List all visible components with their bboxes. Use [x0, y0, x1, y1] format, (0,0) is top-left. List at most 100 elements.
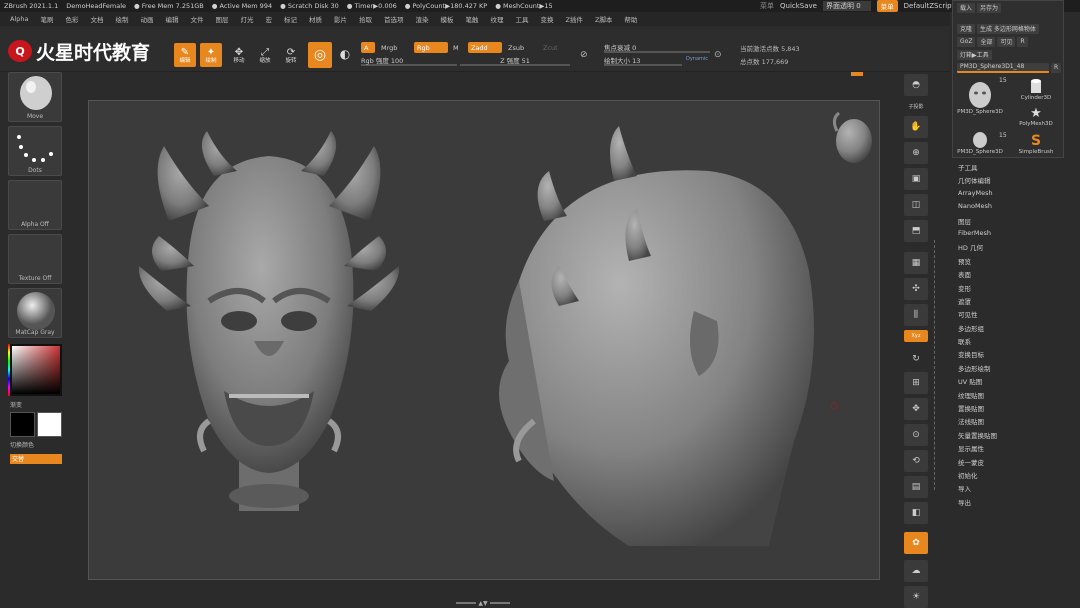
- menu-item-layer[interactable]: 图层: [215, 14, 228, 24]
- floor-grid-button[interactable]: ▦: [904, 252, 928, 274]
- goz-all-button[interactable]: 全部: [977, 36, 996, 47]
- menu-item-stroke[interactable]: 笔触: [465, 14, 478, 24]
- menu-item-draw[interactable]: 绘制: [115, 14, 128, 24]
- focal-shift-slider[interactable]: 焦点衰减 0: [604, 42, 710, 53]
- save-as-button[interactable]: 另存为: [977, 2, 1002, 13]
- current-tool-r-button[interactable]: R: [1051, 62, 1062, 73]
- submenu-deformation[interactable]: 变形: [958, 283, 1068, 296]
- menu-item-zplugin[interactable]: Z插件: [565, 14, 582, 24]
- submenu-morph-target[interactable]: 变换目标: [958, 349, 1068, 362]
- menus-button[interactable]: 菜单: [876, 0, 898, 12]
- transp-button[interactable]: ◧: [904, 502, 928, 524]
- submenu-polypaint[interactable]: 多边形绘制: [958, 363, 1068, 376]
- submenu-contact[interactable]: 联系: [958, 336, 1068, 349]
- submenu-visibility[interactable]: 可见性: [958, 309, 1068, 322]
- symmetry-button[interactable]: ⫼: [904, 304, 928, 326]
- zcut-toggle[interactable]: Zcut: [540, 42, 562, 53]
- mrgb-toggle[interactable]: Mrgb: [378, 42, 408, 53]
- submenu-texture-map[interactable]: 纹理贴图: [958, 390, 1068, 403]
- menu-item-movie[interactable]: 影片: [334, 14, 347, 24]
- actual-size-button[interactable]: ▣: [904, 168, 928, 190]
- submenu-export[interactable]: 导出: [958, 497, 1068, 510]
- switch-color-button[interactable]: 切换颜色: [10, 440, 34, 449]
- m-toggle[interactable]: M: [450, 42, 464, 53]
- lock-rotation-button[interactable]: ↻: [904, 348, 928, 370]
- bottom-shelf-scroll[interactable]: ▲▼: [448, 600, 518, 607]
- tool-thumb-sphere3d[interactable]: PM3D_Sphere3D: [957, 75, 1003, 115]
- submenu-hd-geometry[interactable]: HD 几何: [958, 242, 1068, 255]
- primary-color-swatch[interactable]: [10, 412, 35, 437]
- z-intensity-slider[interactable]: Z 强度 51: [460, 55, 570, 66]
- current-tool-slider[interactable]: PM3D_Sphere3D1_48: [957, 62, 1049, 73]
- default-zscript-button[interactable]: DefaultZScript: [904, 2, 955, 10]
- menu-item-macro[interactable]: 宏: [265, 14, 272, 24]
- tool-thumb-polymesh3d[interactable]: ★ PolyMesh3D: [1013, 101, 1059, 127]
- move-view-button[interactable]: ✥: [904, 398, 928, 420]
- menu-item-help[interactable]: 帮助: [624, 14, 637, 24]
- submenu-geometry[interactable]: 几何体编辑: [958, 175, 1068, 188]
- edit-mode-button[interactable]: ✎ 编辑: [174, 43, 196, 67]
- submenu-polygroups[interactable]: 多边形组: [958, 323, 1068, 336]
- draw-size-slider[interactable]: 绘制大小 13: [604, 55, 682, 66]
- solo-button[interactable]: ☁: [904, 560, 928, 582]
- menu-item-alpha[interactable]: Alpha: [10, 15, 28, 23]
- rotate-mode-button[interactable]: ⟳ 旋转: [280, 43, 302, 67]
- menu-item-movie-anim[interactable]: 动画: [140, 14, 153, 24]
- submenu-normal-map[interactable]: 法线贴图: [958, 416, 1068, 429]
- menu-label[interactable]: 菜单: [760, 1, 774, 11]
- menu-item-document[interactable]: 文档: [90, 14, 103, 24]
- local-transform-button[interactable]: ✣: [904, 278, 928, 300]
- a-toggle[interactable]: A: [361, 42, 375, 53]
- zadd-toggle[interactable]: Zadd: [468, 42, 502, 53]
- make-polymesh-button[interactable]: 生成 多边形网格物体: [977, 23, 1039, 34]
- xpose-button[interactable]: ☀: [904, 586, 928, 608]
- dynamic-persp-button[interactable]: ⬒: [904, 220, 928, 242]
- zoom-view-button[interactable]: ⊙: [904, 424, 928, 446]
- move-mode-button[interactable]: ✥ 移动: [228, 43, 250, 67]
- submenu-initialize[interactable]: 初始化: [958, 470, 1068, 483]
- submenu-displacement-map[interactable]: 置换贴图: [958, 403, 1068, 416]
- stroke-picker-button[interactable]: ◐: [336, 44, 354, 64]
- dynamic-toggle[interactable]: Dynamic: [686, 56, 708, 62]
- alternate-button[interactable]: 交替: [10, 454, 62, 464]
- material-thumb[interactable]: MatCap Gray: [8, 288, 62, 338]
- menu-item-render[interactable]: 渲染: [415, 14, 428, 24]
- menu-item-light[interactable]: 灯光: [240, 14, 253, 24]
- toolbar-scroll-handle[interactable]: [851, 72, 863, 76]
- goz-visible-button[interactable]: 可见: [997, 36, 1016, 47]
- menu-item-color[interactable]: 色彩: [65, 14, 78, 24]
- tool-thumb-sphere3d-2[interactable]: PM3D_Sphere3D: [957, 117, 1003, 155]
- right-scroll-divider[interactable]: [934, 240, 936, 490]
- submenu-surface[interactable]: 表面: [958, 269, 1068, 282]
- load-tool-button[interactable]: 载入: [957, 2, 976, 13]
- frame-button[interactable]: ⊞: [904, 372, 928, 394]
- menu-item-file[interactable]: 文件: [190, 14, 203, 24]
- brush-move-thumb[interactable]: Move: [8, 72, 62, 122]
- texture-thumb[interactable]: Texture Off: [8, 234, 62, 284]
- rgb-intensity-slider[interactable]: Rgb 强度 100: [361, 55, 457, 66]
- menu-item-texture[interactable]: 纹理: [490, 14, 503, 24]
- submenu-import[interactable]: 导入: [958, 483, 1068, 496]
- hue-strip[interactable]: [8, 344, 10, 396]
- brush-picker-button[interactable]: ◎: [308, 42, 332, 68]
- tool-thumb-simplebrush[interactable]: S SimpleBrush: [1013, 127, 1059, 155]
- menu-item-material[interactable]: 材质: [309, 14, 322, 24]
- submenu-subtool[interactable]: 子工具: [958, 162, 1068, 175]
- goz-button[interactable]: GoZ: [957, 36, 976, 47]
- scale-mode-button[interactable]: ⤢ 缩放: [254, 43, 276, 67]
- rotate-view-button[interactable]: ⟲: [904, 450, 928, 472]
- goz-r-button[interactable]: R: [1017, 36, 1028, 47]
- menu-item-picker[interactable]: 拾取: [359, 14, 372, 24]
- rgb-toggle[interactable]: Rgb: [414, 42, 448, 53]
- menu-item-tool[interactable]: 工具: [515, 14, 528, 24]
- submenu-display-properties[interactable]: 显示属性: [958, 443, 1068, 456]
- secondary-color-swatch[interactable]: [37, 412, 62, 437]
- navigation-cube-head[interactable]: [832, 111, 872, 163]
- menu-item-transform[interactable]: 变换: [540, 14, 553, 24]
- xyz-rotate-button[interactable]: Xyz: [904, 330, 928, 342]
- canvas-viewport[interactable]: [88, 100, 880, 580]
- menu-item-preferences[interactable]: 首选项: [384, 14, 404, 24]
- transparency-slider[interactable]: 界面透明 0: [822, 1, 871, 11]
- clone-button[interactable]: 克隆: [957, 23, 976, 34]
- zoom-button[interactable]: ⊕: [904, 142, 928, 164]
